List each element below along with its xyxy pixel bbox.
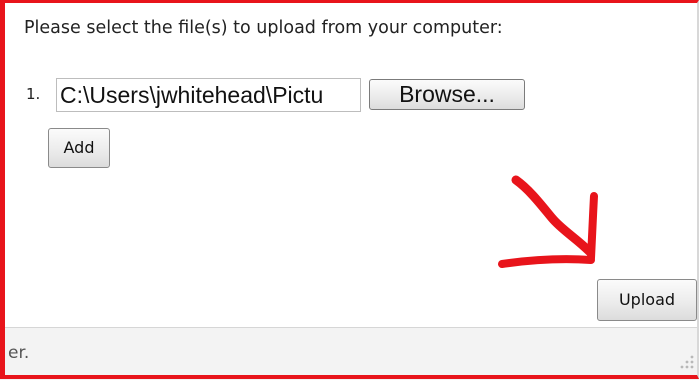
resize-grip-icon[interactable] xyxy=(677,354,695,372)
file-path-input[interactable]: C:\Users\jwhitehead\Pictu xyxy=(56,78,361,112)
browse-button[interactable]: Browse... xyxy=(369,79,525,110)
dialog-footer: er. xyxy=(0,327,699,380)
hand-drawn-arrow-icon xyxy=(498,175,598,268)
file-row-number: 1. xyxy=(26,85,41,103)
upload-prompt: Please select the file(s) to upload from… xyxy=(24,18,503,38)
add-file-button[interactable]: Add xyxy=(48,128,110,168)
upload-button[interactable]: Upload xyxy=(597,279,697,321)
footer-status-text: er. xyxy=(8,343,30,363)
